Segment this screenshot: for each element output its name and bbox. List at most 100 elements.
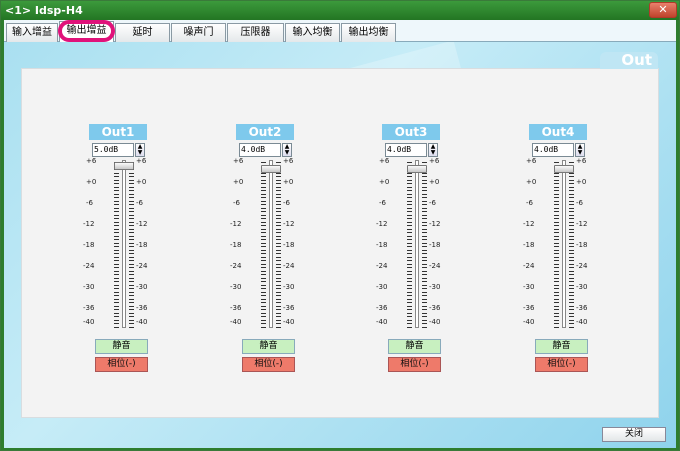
scale-tick-mark (129, 267, 134, 268)
scale-tick-mark (407, 246, 412, 247)
scale-tick-mark (276, 326, 281, 328)
spin-updown-icon[interactable]: ▲ ▼ (135, 143, 145, 157)
scale-tick-mark (114, 249, 119, 251)
scale-tick-mark (261, 225, 266, 226)
fader-thumb[interactable] (407, 165, 427, 173)
tab-input-eq[interactable]: 输入均衡 (285, 23, 340, 42)
tab-input-gain[interactable]: 输入增益 (6, 23, 58, 42)
scale-tick-label-left: -12 (83, 220, 95, 228)
scale-tick-mark (276, 260, 281, 261)
scale-tick-mark (422, 267, 427, 268)
scale-tick-mark (422, 305, 427, 307)
scale-tick-mark (407, 239, 412, 240)
scale-tick-mark (569, 270, 574, 272)
scale-tick-mark (569, 218, 574, 219)
fader-track[interactable] (269, 160, 273, 328)
gain-value-input[interactable]: 5.0dB (92, 143, 134, 157)
scale-tick-mark (261, 186, 266, 188)
fader-track[interactable] (122, 160, 126, 328)
scale-tick-mark (422, 162, 427, 163)
fader-thumb[interactable] (261, 165, 281, 173)
tab-delay[interactable]: 延时 (115, 23, 170, 42)
scale-tick-mark (407, 316, 412, 317)
tab-output-eq[interactable]: 输出均衡 (341, 23, 396, 42)
scale-tick-mark (554, 197, 559, 198)
scale-tick-mark (569, 193, 574, 195)
gain-value-input[interactable]: 4.0dB (532, 143, 574, 157)
mute-button[interactable]: 静音 (388, 339, 441, 354)
fader-track[interactable] (415, 160, 419, 328)
tab-output-gain[interactable]: 输出增益 (59, 21, 114, 42)
scale-tick-label-right: +6 (576, 157, 587, 165)
scale-tick-mark (129, 288, 134, 289)
scale-tick-mark (129, 246, 134, 247)
scale-tick-mark (129, 260, 134, 261)
scale-tick-mark (276, 183, 281, 184)
scale-tick-mark (422, 211, 427, 212)
scale-tick-mark (276, 291, 281, 293)
gain-value-input[interactable]: 4.0dB (239, 143, 281, 157)
scale-tick-label-right: -24 (283, 262, 295, 270)
scale-tick-mark (276, 218, 281, 219)
scale-tick-mark (554, 284, 559, 286)
scale-tick-mark (569, 281, 574, 282)
scale-tick-label-left: -30 (523, 283, 535, 291)
scale-tick-mark (276, 162, 281, 163)
scale-tick-mark (276, 263, 281, 265)
mute-button[interactable]: 静音 (535, 339, 588, 354)
scale-tick-label-left: -36 (83, 304, 95, 312)
scale-tick-mark (129, 270, 134, 272)
scale-tick-label-right: -24 (576, 262, 588, 270)
channel-label: Out4 (529, 124, 587, 140)
scale-tick-mark (276, 179, 281, 181)
scale-tick-mark (569, 295, 574, 296)
scale-tick-mark (276, 274, 281, 275)
scale-tick-mark (554, 302, 559, 303)
scale-tick-mark (554, 162, 559, 163)
spin-updown-icon[interactable]: ▲ ▼ (575, 143, 585, 157)
scale-tick-mark (569, 323, 574, 324)
scale-tick-mark (114, 228, 119, 230)
scale-tick-label-left: -40 (230, 318, 242, 326)
scale-tick-label-right: -40 (283, 318, 295, 326)
tab-limiter[interactable]: 压限器 (227, 23, 284, 42)
scale-tick-mark (422, 309, 427, 310)
scale-tick-label-left: -36 (230, 304, 242, 312)
phase-button[interactable]: 相位(-) (388, 357, 441, 372)
phase-button[interactable]: 相位(-) (535, 357, 588, 372)
tab-noise-gate[interactable]: 噪声门 (171, 23, 226, 42)
fader-thumb[interactable] (554, 165, 574, 173)
mute-button[interactable]: 静音 (95, 339, 148, 354)
scale-tick-mark (261, 298, 266, 300)
phase-button[interactable]: 相位(-) (95, 357, 148, 372)
scale-tick-mark (129, 232, 134, 233)
spin-updown-icon[interactable]: ▲ ▼ (428, 143, 438, 157)
fader-track[interactable] (562, 160, 566, 328)
spin-updown-icon[interactable]: ▲ ▼ (282, 143, 292, 157)
scale-tick-mark (276, 319, 281, 321)
scale-tick-mark (422, 288, 427, 289)
scale-tick-mark (554, 263, 559, 265)
channel-strip: Out3 4.0dB ▲ ▼ +6 +6 +0 +0 -6 -6 -12 -12 -18 -18 -2… (376, 124, 442, 384)
scale-tick-mark (422, 179, 427, 181)
scale-tick-mark (276, 305, 281, 307)
scale-tick-mark (407, 309, 412, 310)
scale-tick-mark (114, 225, 119, 226)
scale-tick-mark (276, 284, 281, 286)
gain-value-input[interactable]: 4.0dB (385, 143, 427, 157)
scale-tick-mark (554, 225, 559, 226)
window-close-button[interactable]: ✕ (649, 2, 677, 18)
scale-tick-mark (276, 235, 281, 237)
scale-tick-mark (114, 172, 119, 174)
scale-tick-mark (554, 183, 559, 184)
scale-tick-label-right: -36 (429, 304, 441, 312)
close-button[interactable]: 关闭 (602, 427, 666, 442)
scale-tick-mark (422, 207, 427, 209)
scale-tick-mark (554, 260, 559, 261)
scale-tick-mark (261, 319, 266, 321)
scale-tick-mark (114, 274, 119, 275)
mute-button[interactable]: 静音 (242, 339, 295, 354)
scale-tick-mark (129, 197, 134, 198)
fader-thumb[interactable] (114, 161, 134, 170)
phase-button[interactable]: 相位(-) (242, 357, 295, 372)
